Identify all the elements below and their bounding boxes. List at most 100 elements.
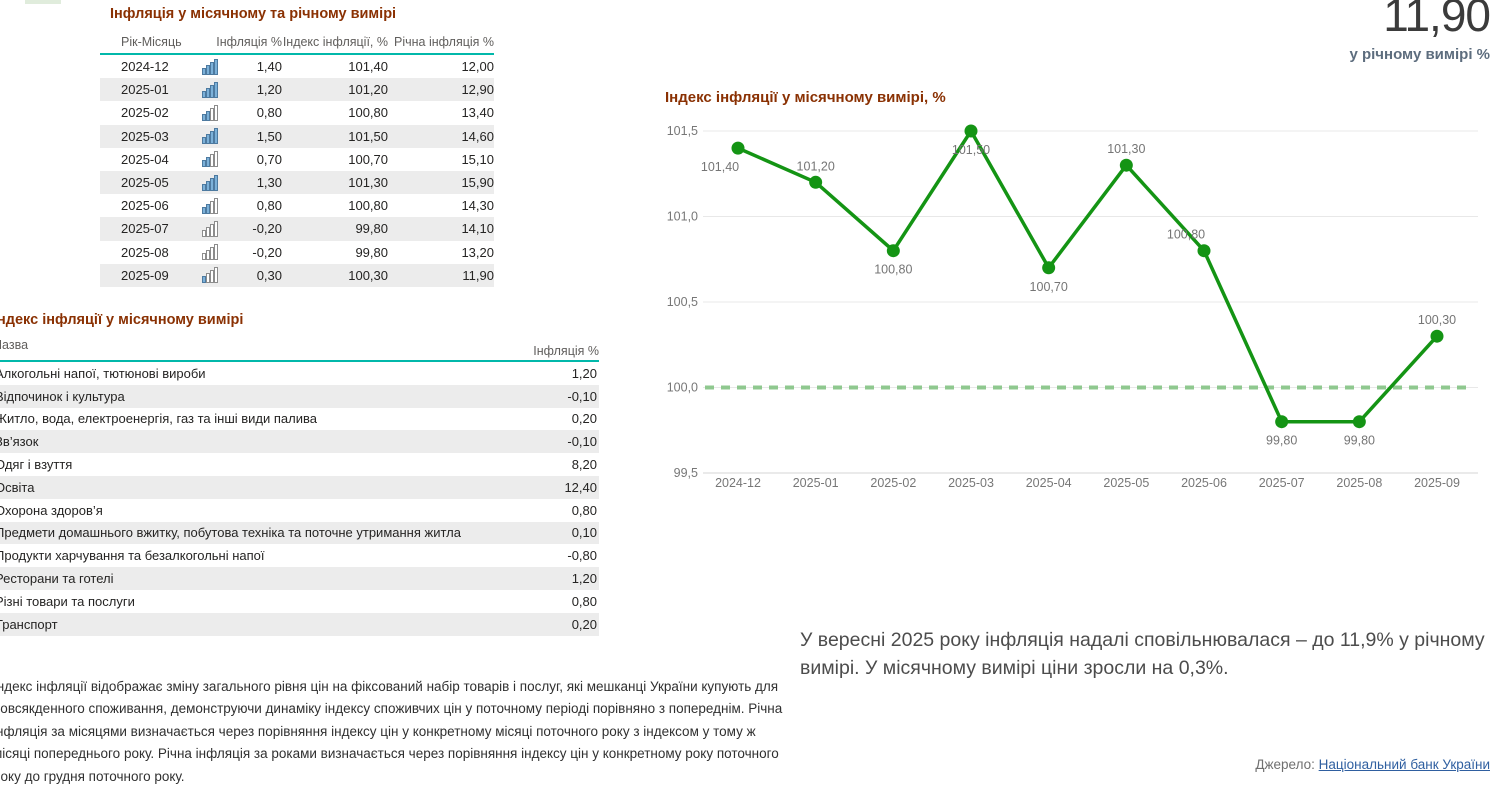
cell-category-name: Житло, вода, електроенергія, газ та інші… [0, 411, 317, 426]
bar-chart-icon [202, 105, 218, 121]
table-row[interactable]: 2025-011,20101,2012,90 [100, 78, 494, 101]
table-row[interactable]: 2025-020,80100,8013,40 [100, 101, 494, 124]
table-row[interactable]: Ресторани та готелі1,20 [0, 567, 599, 590]
column-header-month[interactable]: Рік-Місяць [100, 35, 196, 49]
y-tick-label: 100,0 [667, 381, 698, 395]
inflation-table-visual: Інфляція у місячному та річному вимірі Р… [100, 6, 494, 287]
kpi-card: 11,90 у річному вимірі % [1349, 0, 1490, 63]
table-row[interactable]: Відпочинок і культура-0,10 [0, 385, 599, 408]
data-point[interactable] [1042, 261, 1055, 274]
data-label: 101,40 [701, 160, 739, 174]
data-point[interactable] [1120, 159, 1133, 172]
table-row[interactable]: Різні товари та послуги0,80 [0, 590, 599, 613]
summary-text: У вересні 2025 року інфляція надалі спов… [800, 626, 1501, 682]
cell-annual: 12,90 [388, 82, 494, 97]
column-header-inflation[interactable]: Інфляція % [196, 35, 282, 49]
table-row[interactable]: 2025-031,50101,5014,60 [100, 125, 494, 148]
source-link[interactable]: Національний банк України [1319, 757, 1490, 772]
data-point[interactable] [732, 142, 745, 155]
kpi-caption: у річному вимірі % [1349, 46, 1490, 63]
cell-month: 2024-12 [100, 59, 196, 74]
source-line: Джерело: Національний банк України [1255, 757, 1490, 772]
cell-month: 2025-08 [100, 245, 196, 260]
cell-category-value: 12,40 [564, 480, 599, 495]
table-row[interactable]: 2025-090,30100,3011,90 [100, 264, 494, 287]
table-row[interactable]: Предмети домашнього вжитку, побутова тех… [0, 522, 599, 545]
cell-category-name: Охорона здоров’я [0, 503, 103, 518]
inflation-table-body: 2024-121,40101,4012,002025-011,20101,201… [100, 55, 494, 287]
cell-index: 100,30 [282, 268, 388, 283]
cell-category-name: Одяг і взуття [0, 457, 72, 472]
data-label: 100,80 [1167, 228, 1205, 242]
cell-index: 100,80 [282, 105, 388, 120]
table-row[interactable]: Продукти харчування та безалкогольні нап… [0, 544, 599, 567]
data-point[interactable] [965, 125, 978, 138]
cell-category-name: Ресторани та готелі [0, 571, 114, 586]
cell-category-value: 8,20 [572, 457, 599, 472]
table-row[interactable]: 2025-051,30101,3015,90 [100, 171, 494, 194]
cell-inflation: 0,80 [257, 105, 282, 120]
table-row[interactable]: Освіта 12,40 [0, 476, 599, 499]
cell-inflation: 0,70 [257, 152, 282, 167]
y-tick-label: 101,5 [667, 124, 698, 138]
table-row[interactable]: 2025-060,80100,8014,30 [100, 194, 494, 217]
cell-month: 2025-01 [100, 82, 196, 97]
data-point[interactable] [1431, 330, 1444, 343]
kpi-value: 11,90 [1349, 0, 1490, 38]
categories-table-title: Індекс інфляції у місячному вимірі [0, 312, 599, 328]
cell-category-value: -0,80 [567, 548, 599, 563]
data-point[interactable] [1275, 415, 1288, 428]
cell-annual: 14,60 [388, 129, 494, 144]
data-point[interactable] [809, 176, 822, 189]
cell-annual: 13,20 [388, 245, 494, 260]
table-row[interactable]: Житло, вода, електроенергія, газ та інші… [0, 408, 599, 431]
cell-category-value: 1,20 [572, 366, 599, 381]
column-header-category-inflation[interactable]: Інфляція % [533, 344, 599, 358]
column-header-name[interactable]: Назва ▲ [0, 338, 28, 358]
table-row[interactable]: Алкогольні напої, тютюнові вироби1,20 [0, 362, 599, 385]
cell-annual: 14,30 [388, 198, 494, 213]
cell-annual: 15,90 [388, 175, 494, 190]
table-row[interactable]: 2025-07-0,2099,8014,10 [100, 217, 494, 240]
cell-category-value: 0,10 [572, 525, 599, 540]
inflation-table-header: Рік-Місяць Інфляція % Індекс інфляції, %… [100, 31, 494, 55]
x-tick-label: 2025-09 [1414, 476, 1460, 490]
categories-table-visual: Індекс інфляції у місячному вимірі Назва… [0, 312, 599, 636]
column-header-annual[interactable]: Річна інфляція % [388, 35, 494, 49]
x-tick-label: 2025-03 [948, 476, 994, 490]
bar-chart-icon [202, 175, 218, 191]
bar-chart-icon [202, 128, 218, 144]
x-tick-label: 2025-02 [870, 476, 916, 490]
cell-month: 2025-03 [100, 129, 196, 144]
cell-month: 2025-09 [100, 268, 196, 283]
cell-category-name: Транспорт [0, 617, 58, 632]
table-row[interactable]: Одяг і взуття 8,20 [0, 453, 599, 476]
column-header-index[interactable]: Індекс інфляції, % [282, 35, 388, 49]
cell-annual: 15,10 [388, 152, 494, 167]
x-tick-label: 2025-04 [1026, 476, 1072, 490]
table-row[interactable]: 2025-08-0,2099,8013,20 [100, 241, 494, 264]
data-label: 100,80 [874, 263, 912, 277]
cell-category-name: Предмети домашнього вжитку, побутова тех… [0, 525, 461, 540]
cell-category-value: 0,80 [572, 594, 599, 609]
y-tick-label: 100,5 [667, 295, 698, 309]
cell-index: 101,40 [282, 59, 388, 74]
inflation-table-title: Інфляція у місячному та річному вимірі [100, 6, 494, 22]
table-row[interactable]: Охорона здоров’я0,80 [0, 499, 599, 522]
cell-category-name: Освіта [0, 480, 34, 495]
data-label: 99,80 [1344, 434, 1375, 448]
data-label: 100,30 [1418, 313, 1456, 327]
table-row[interactable]: 2025-040,70100,7015,10 [100, 148, 494, 171]
table-row[interactable]: Зв’язок-0,10 [0, 430, 599, 453]
data-point[interactable] [887, 244, 900, 257]
cell-inflation: -0,20 [252, 245, 282, 260]
cell-month: 2025-05 [100, 175, 196, 190]
table-row[interactable]: Транспорт0,20 [0, 613, 599, 636]
cell-annual: 14,10 [388, 221, 494, 236]
data-point[interactable] [1353, 415, 1366, 428]
table-row[interactable]: 2024-121,40101,4012,00 [100, 55, 494, 78]
data-label: 100,70 [1030, 280, 1068, 294]
bar-chart-icon [202, 151, 218, 167]
top-edge-artifact [25, 0, 61, 4]
data-point[interactable] [1198, 244, 1211, 257]
